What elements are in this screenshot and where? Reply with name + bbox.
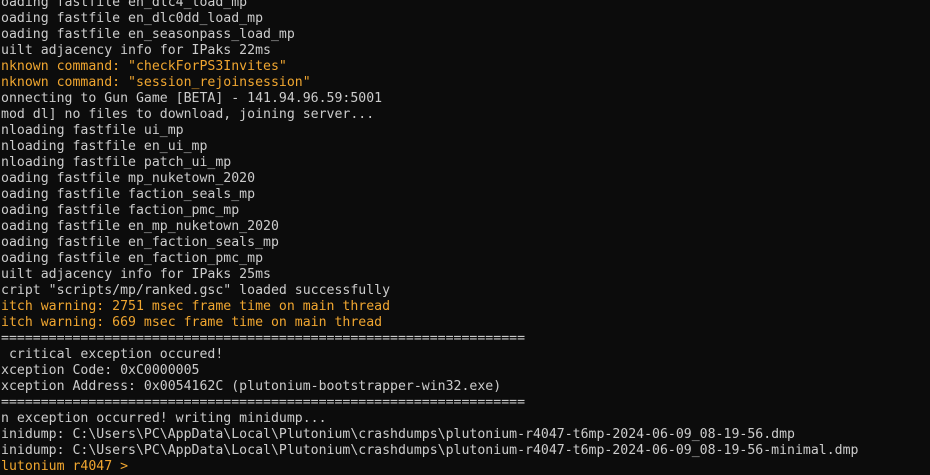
console-line: oading fastfile en_dlc4_load_mp — [1, 0, 248, 10]
console-line: onnecting to Gun Game [BETA] - 141.94.96… — [1, 91, 383, 106]
console-line: mod dl] no files to download, joining se… — [1, 107, 375, 122]
console-line: nloading fastfile ui_mp — [1, 123, 184, 138]
console-line: nloading fastfile patch_ui_mp — [1, 155, 232, 170]
console-line: uilt adjacency info for IPaks 25ms — [1, 267, 271, 282]
console-line: oading fastfile en_dlc0dd_load_mp — [1, 11, 264, 26]
console-line: inidump: C:\Users\PC\AppData\Local\Pluto… — [1, 443, 859, 458]
console-line: oading fastfile en_faction_pmc_mp — [1, 251, 264, 266]
console-line: inidump: C:\Users\PC\AppData\Local\Pluto… — [1, 427, 795, 442]
console-line: ========================================… — [1, 395, 526, 410]
console-output: oading fastfile en_dlc4_load_mp oading fa… — [0, 0, 930, 459]
console-line: itch warning: 669 msec frame time on mai… — [1, 315, 383, 330]
console-prompt-row: lutonium r4047 > — [0, 459, 930, 475]
console-line: oading fastfile faction_seals_mp — [1, 187, 256, 202]
console-line: itch warning: 2751 msec frame time on ma… — [1, 299, 391, 314]
console-line: critical exception occured! — [1, 347, 224, 362]
console-line: oading fastfile en_faction_seals_mp — [1, 235, 279, 250]
console-line: nknown command: "checkForPS3Invites" — [1, 59, 287, 74]
console-line: ========================================… — [1, 331, 526, 346]
console-line: oading fastfile en_mp_nuketown_2020 — [1, 219, 279, 234]
console-line: uilt adjacency info for IPaks 22ms — [1, 43, 271, 58]
console-line: xception Code: 0xC0000005 — [1, 363, 200, 378]
console-line: oading fastfile faction_pmc_mp — [1, 203, 240, 218]
console-line: n exception occurred! writing minidump..… — [1, 411, 327, 426]
console-command-input[interactable] — [135, 459, 930, 475]
console-prompt-label: lutonium r4047 > — [1, 459, 136, 474]
console-line: cript "scripts/mp/ranked.gsc" loaded suc… — [1, 283, 391, 298]
console-line: xception Address: 0x0054162C (plutonium-… — [1, 379, 502, 394]
console-line: oading fastfile mp_nuketown_2020 — [1, 171, 256, 186]
console-line: nloading fastfile en_ui_mp — [1, 139, 208, 154]
console-line: nknown command: "session_rejoinsession" — [1, 75, 311, 90]
console-line: oading fastfile en_seasonpass_load_mp — [1, 27, 295, 42]
console-window: oading fastfile en_dlc4_load_mp oading fa… — [0, 0, 930, 475]
